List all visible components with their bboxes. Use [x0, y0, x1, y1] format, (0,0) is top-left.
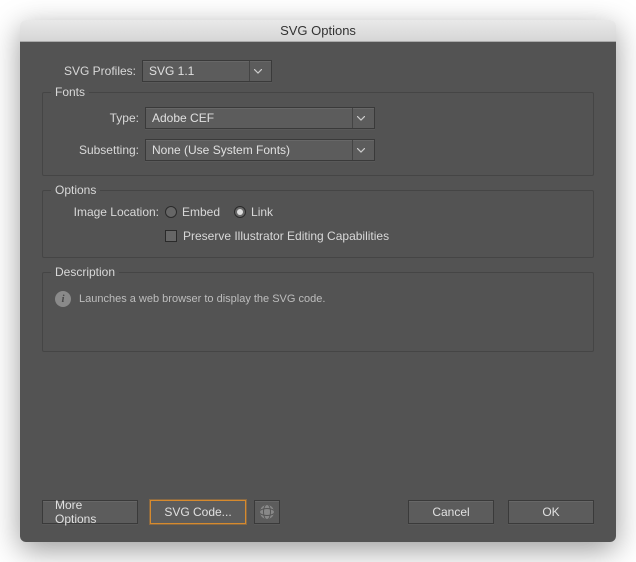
svg-options-dialog: SVG Options SVG Profiles: SVG 1.1 Fonts … [20, 20, 616, 542]
options-legend: Options [51, 183, 100, 197]
font-subsetting-label: Subsetting: [55, 143, 145, 157]
embed-radio-label: Embed [182, 205, 220, 219]
description-row: i Launches a web browser to display the … [55, 287, 581, 307]
link-radio[interactable]: Link [234, 205, 273, 219]
link-radio-label: Link [251, 205, 273, 219]
globe-icon [260, 505, 274, 519]
chevron-down-icon [352, 108, 368, 128]
preserve-checkbox[interactable]: Preserve Illustrator Editing Capabilitie… [165, 229, 389, 243]
more-options-button[interactable]: More Options [42, 500, 138, 524]
fonts-group: Fonts Type: Adobe CEF Subsetting: None (… [42, 92, 594, 176]
font-subsetting-select[interactable]: None (Use System Fonts) [145, 139, 375, 161]
more-options-label: More Options [55, 498, 125, 526]
image-location-label: Image Location: [55, 205, 165, 219]
svg-profiles-row: SVG Profiles: SVG 1.1 [42, 60, 594, 82]
radio-icon [165, 206, 177, 218]
preserve-row: Preserve Illustrator Editing Capabilitie… [55, 229, 581, 243]
dialog-content: SVG Profiles: SVG 1.1 Fonts Type: Adobe … [20, 42, 616, 542]
ok-label: OK [542, 505, 559, 519]
chevron-down-icon [249, 61, 265, 81]
button-bar: More Options SVG Code... Cancel OK [42, 500, 594, 524]
preserve-checkbox-label: Preserve Illustrator Editing Capabilitie… [183, 229, 389, 243]
svg-profiles-label: SVG Profiles: [42, 64, 142, 78]
titlebar: SVG Options [20, 20, 616, 42]
font-subsetting-row: Subsetting: None (Use System Fonts) [55, 139, 581, 161]
font-type-row: Type: Adobe CEF [55, 107, 581, 129]
checkbox-icon [165, 230, 177, 242]
svg-profiles-select[interactable]: SVG 1.1 [142, 60, 272, 82]
font-type-label: Type: [55, 111, 145, 125]
fonts-legend: Fonts [51, 85, 89, 99]
svg-profiles-value: SVG 1.1 [149, 64, 243, 78]
font-type-value: Adobe CEF [152, 111, 346, 125]
embed-radio[interactable]: Embed [165, 205, 220, 219]
font-subsetting-value: None (Use System Fonts) [152, 143, 346, 157]
ok-button[interactable]: OK [508, 500, 594, 524]
cancel-label: Cancel [432, 505, 469, 519]
info-icon: i [55, 291, 71, 307]
svg-code-label: SVG Code... [164, 505, 231, 519]
description-legend: Description [51, 265, 119, 279]
cancel-button[interactable]: Cancel [408, 500, 494, 524]
chevron-down-icon [352, 140, 368, 160]
image-location-row: Image Location: Embed Link [55, 205, 581, 219]
svg-code-button[interactable]: SVG Code... [150, 500, 246, 524]
description-group: Description i Launches a web browser to … [42, 272, 594, 352]
image-location-radios: Embed Link [165, 205, 273, 219]
description-text: Launches a web browser to display the SV… [79, 293, 325, 305]
web-preview-button[interactable] [254, 500, 280, 524]
radio-icon [234, 206, 246, 218]
window-title: SVG Options [280, 23, 356, 38]
options-group: Options Image Location: Embed Link [42, 190, 594, 258]
font-type-select[interactable]: Adobe CEF [145, 107, 375, 129]
